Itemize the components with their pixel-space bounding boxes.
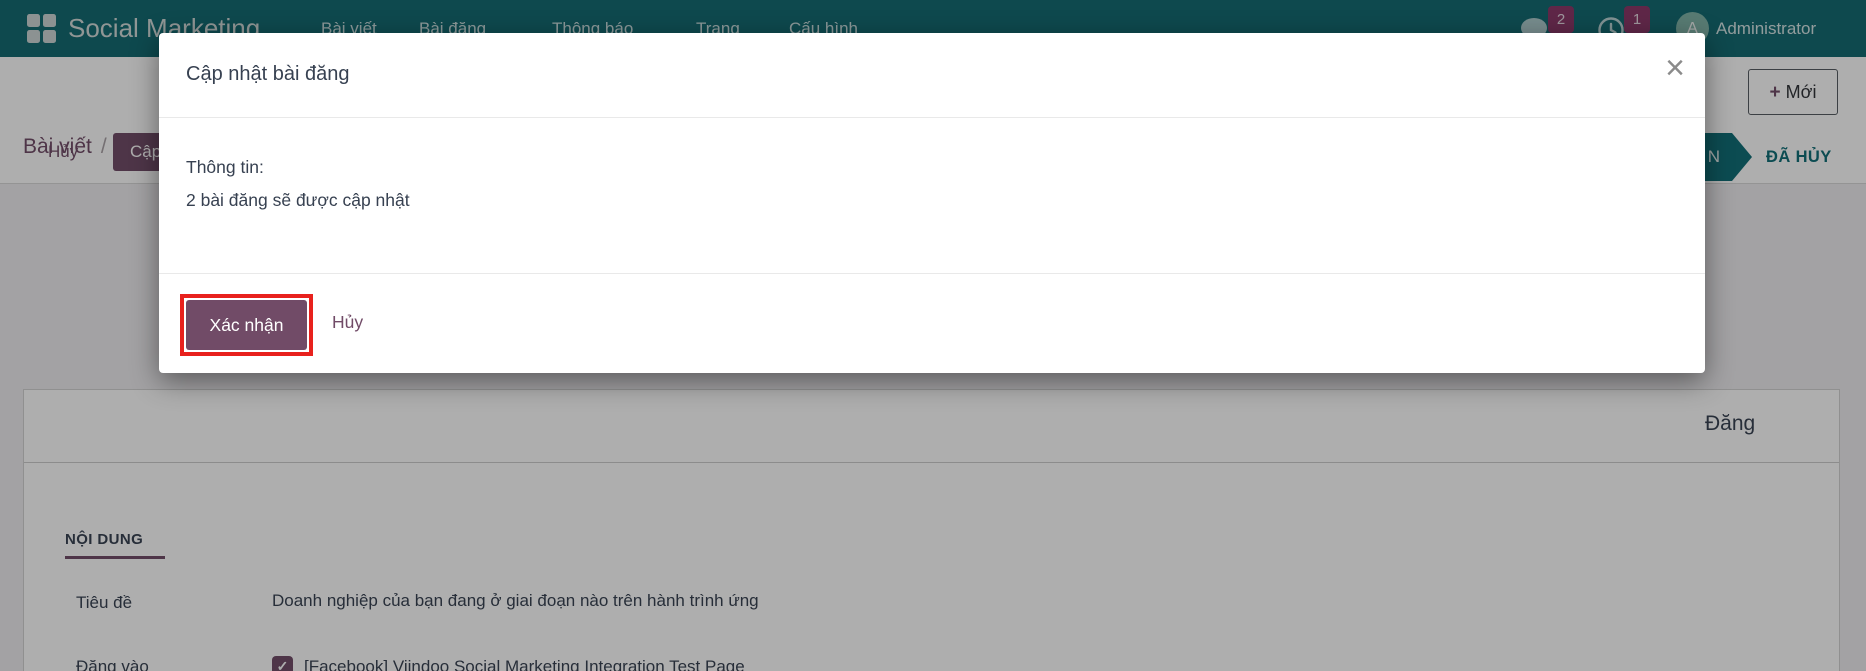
dialog-header: Cập nhật bài đăng ×	[159, 33, 1705, 118]
dialog-info-detail: 2 bài đăng sẽ được cập nhật	[186, 190, 410, 210]
close-icon[interactable]: ×	[1665, 51, 1685, 85]
dialog-cancel-button[interactable]: Hủy	[332, 312, 363, 333]
dialog-title: Cập nhật bài đăng	[186, 63, 350, 85]
dialog-footer: Xác nhận Hủy	[159, 273, 1705, 373]
dialog-info-label: Thông tin:	[186, 157, 264, 177]
red-highlight-annotation: Xác nhận	[180, 294, 313, 356]
confirm-button[interactable]: Xác nhận	[186, 300, 307, 350]
dialog-body: Thông tin: 2 bài đăng sẽ được cập nhật	[186, 151, 410, 217]
update-posts-dialog: Cập nhật bài đăng × Thông tin: 2 bài đăn…	[159, 33, 1705, 373]
